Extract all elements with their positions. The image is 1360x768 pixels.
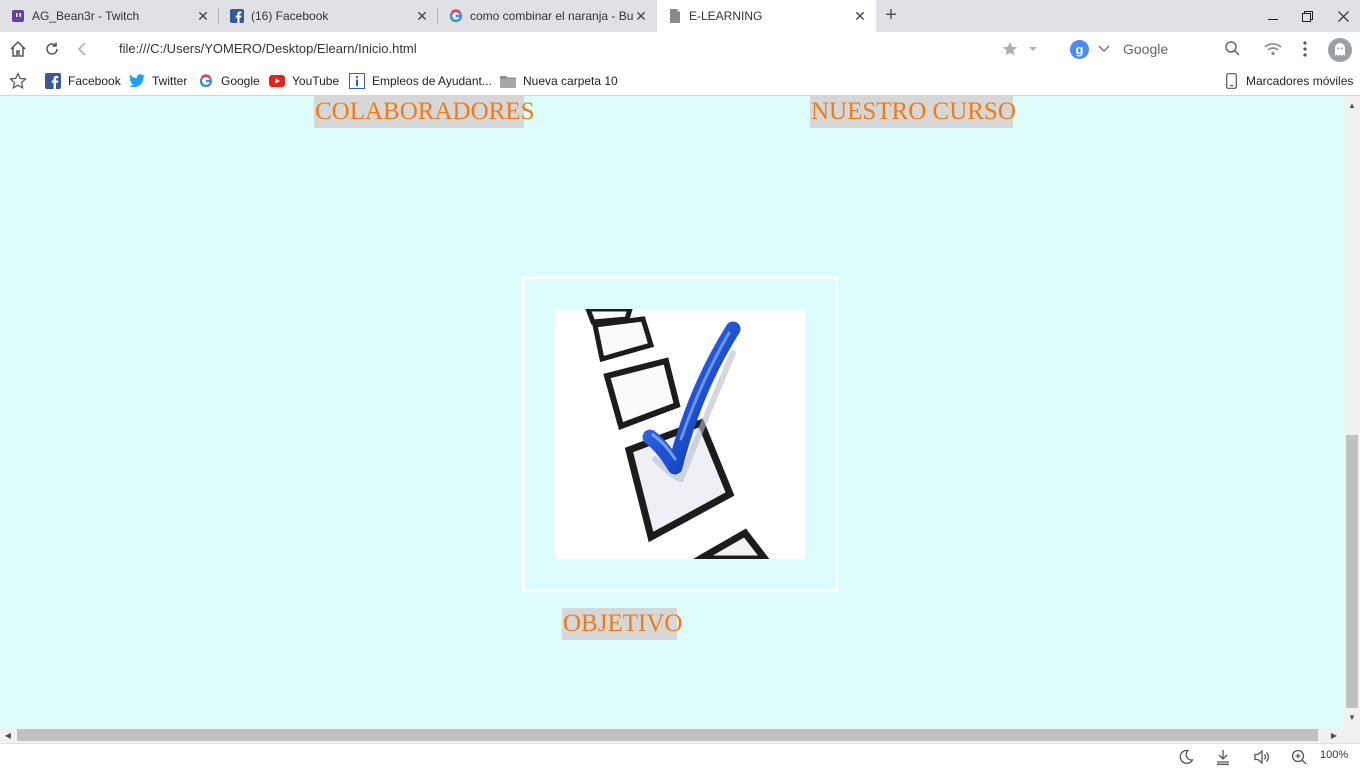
tab-strip: AG_Bean3r - Twitch ✕ (16) Facebook ✕ com… <box>0 0 1360 32</box>
link-nuestro-curso[interactable]: NUESTRO CURSO <box>810 96 1016 128</box>
facebook-icon <box>45 73 61 89</box>
bookmarks-star-icon[interactable] <box>9 72 27 90</box>
search-box[interactable]: g Google <box>1067 38 1247 60</box>
page-icon <box>668 9 682 23</box>
info-icon <box>349 73 365 89</box>
scroll-right-arrow-icon[interactable]: ▶ <box>1328 729 1340 741</box>
bookmark-label: Twitter <box>152 74 188 88</box>
bookmark-label: YouTube <box>292 74 340 88</box>
toolbar: file:///C:/Users/YOMERO/Desktop/Elearn/I… <box>0 32 1360 66</box>
close-tab-icon[interactable]: ✕ <box>633 8 649 24</box>
link-objetivo[interactable]: OBJETIVO <box>562 608 682 640</box>
bookmark-twitter[interactable]: Twitter <box>129 72 187 90</box>
bookmark-google[interactable]: Google <box>198 72 260 90</box>
close-tab-icon[interactable]: ✕ <box>852 8 868 24</box>
status-bar: 100% <box>0 743 1360 768</box>
star-dropdown-icon[interactable] <box>1022 38 1044 60</box>
close-window-button[interactable] <box>1326 0 1360 32</box>
night-mode-moon-icon[interactable] <box>1177 748 1195 766</box>
address-bar[interactable]: file:///C:/Users/YOMERO/Desktop/Elearn/I… <box>119 41 417 56</box>
checklist-checkmark-icon[interactable] <box>555 309 805 559</box>
home-icon[interactable] <box>7 38 29 60</box>
bookmark-label: Empleos de Ayudant... <box>372 74 492 88</box>
google-engine-icon[interactable]: g <box>1070 40 1089 62</box>
scrollbar-corner <box>1344 727 1360 743</box>
download-icon[interactable] <box>1214 748 1232 766</box>
bookmark-empleos[interactable]: Empleos de Ayudant... <box>349 72 492 90</box>
wifi-icon[interactable] <box>1262 38 1284 60</box>
link-colaboradores[interactable]: COLABORADORES <box>314 96 534 128</box>
bookmark-folder[interactable]: Nueva carpeta 10 <box>500 72 618 90</box>
new-tab-button[interactable]: + <box>880 5 902 26</box>
close-tab-icon[interactable]: ✕ <box>414 8 430 24</box>
close-tab-icon[interactable]: ✕ <box>195 8 211 24</box>
scroll-down-arrow-icon[interactable]: ▼ <box>1346 711 1358 723</box>
scroll-up-arrow-icon[interactable]: ▲ <box>1346 99 1358 111</box>
facebook-icon <box>230 9 244 23</box>
menu-dots-icon[interactable] <box>1294 38 1316 60</box>
profile-ghost-icon[interactable] <box>1327 37 1353 63</box>
bookmark-label: Facebook <box>68 74 121 88</box>
bookmark-star-icon[interactable] <box>999 38 1021 60</box>
tab-title: E-LEARNING <box>689 9 763 23</box>
restore-button[interactable] <box>1290 0 1324 32</box>
tab-facebook[interactable]: (16) Facebook ✕ <box>219 0 438 32</box>
minimize-button[interactable] <box>1256 0 1290 32</box>
folder-icon <box>500 73 516 89</box>
search-input[interactable]: Google <box>1123 41 1168 57</box>
bookmark-label: Nueva carpeta 10 <box>523 74 618 88</box>
bookmarks-bar: Facebook Twitter Google YouTube Empleos … <box>0 66 1360 96</box>
reload-icon[interactable] <box>41 38 63 60</box>
tab-google-search[interactable]: como combinar el naranja - Bu ✕ <box>438 0 657 32</box>
vertical-scroll-thumb[interactable] <box>1346 435 1358 708</box>
scroll-left-arrow-icon[interactable]: ◀ <box>2 729 14 741</box>
mobile-bookmarks-label: Marcadores móviles <box>1246 74 1354 88</box>
zoom-level[interactable]: 100% <box>1320 749 1348 761</box>
back-icon[interactable] <box>72 38 94 60</box>
mobile-bookmarks[interactable]: Marcadores móviles <box>1223 72 1353 90</box>
twitter-icon <box>129 73 145 89</box>
page-content: COLABORADORES NUESTRO CURSO OBJETIVO <box>0 96 1344 727</box>
engine-dropdown-icon[interactable] <box>1098 43 1110 57</box>
volume-icon[interactable] <box>1253 748 1271 766</box>
bookmark-label: Google <box>221 74 260 88</box>
tab-twitch[interactable]: AG_Bean3r - Twitch ✕ <box>0 0 219 32</box>
horizontal-scroll-thumb[interactable] <box>17 729 1318 741</box>
tab-title: AG_Bean3r - Twitch <box>32 9 140 23</box>
bookmark-facebook[interactable]: Facebook <box>45 72 121 90</box>
tab-title: como combinar el naranja - Bu <box>470 9 633 23</box>
svg-text:g: g <box>1076 42 1084 57</box>
zoom-in-icon[interactable] <box>1290 748 1308 766</box>
youtube-icon <box>269 73 285 89</box>
bookmark-youtube[interactable]: YouTube <box>269 72 339 90</box>
mobile-phone-icon <box>1223 73 1239 89</box>
google-icon <box>449 9 463 23</box>
tab-title: (16) Facebook <box>251 9 329 23</box>
tab-elearning[interactable]: E-LEARNING ✕ <box>657 0 876 32</box>
search-icon[interactable] <box>1224 40 1241 60</box>
google-icon <box>198 73 214 89</box>
twitch-icon <box>11 9 25 23</box>
